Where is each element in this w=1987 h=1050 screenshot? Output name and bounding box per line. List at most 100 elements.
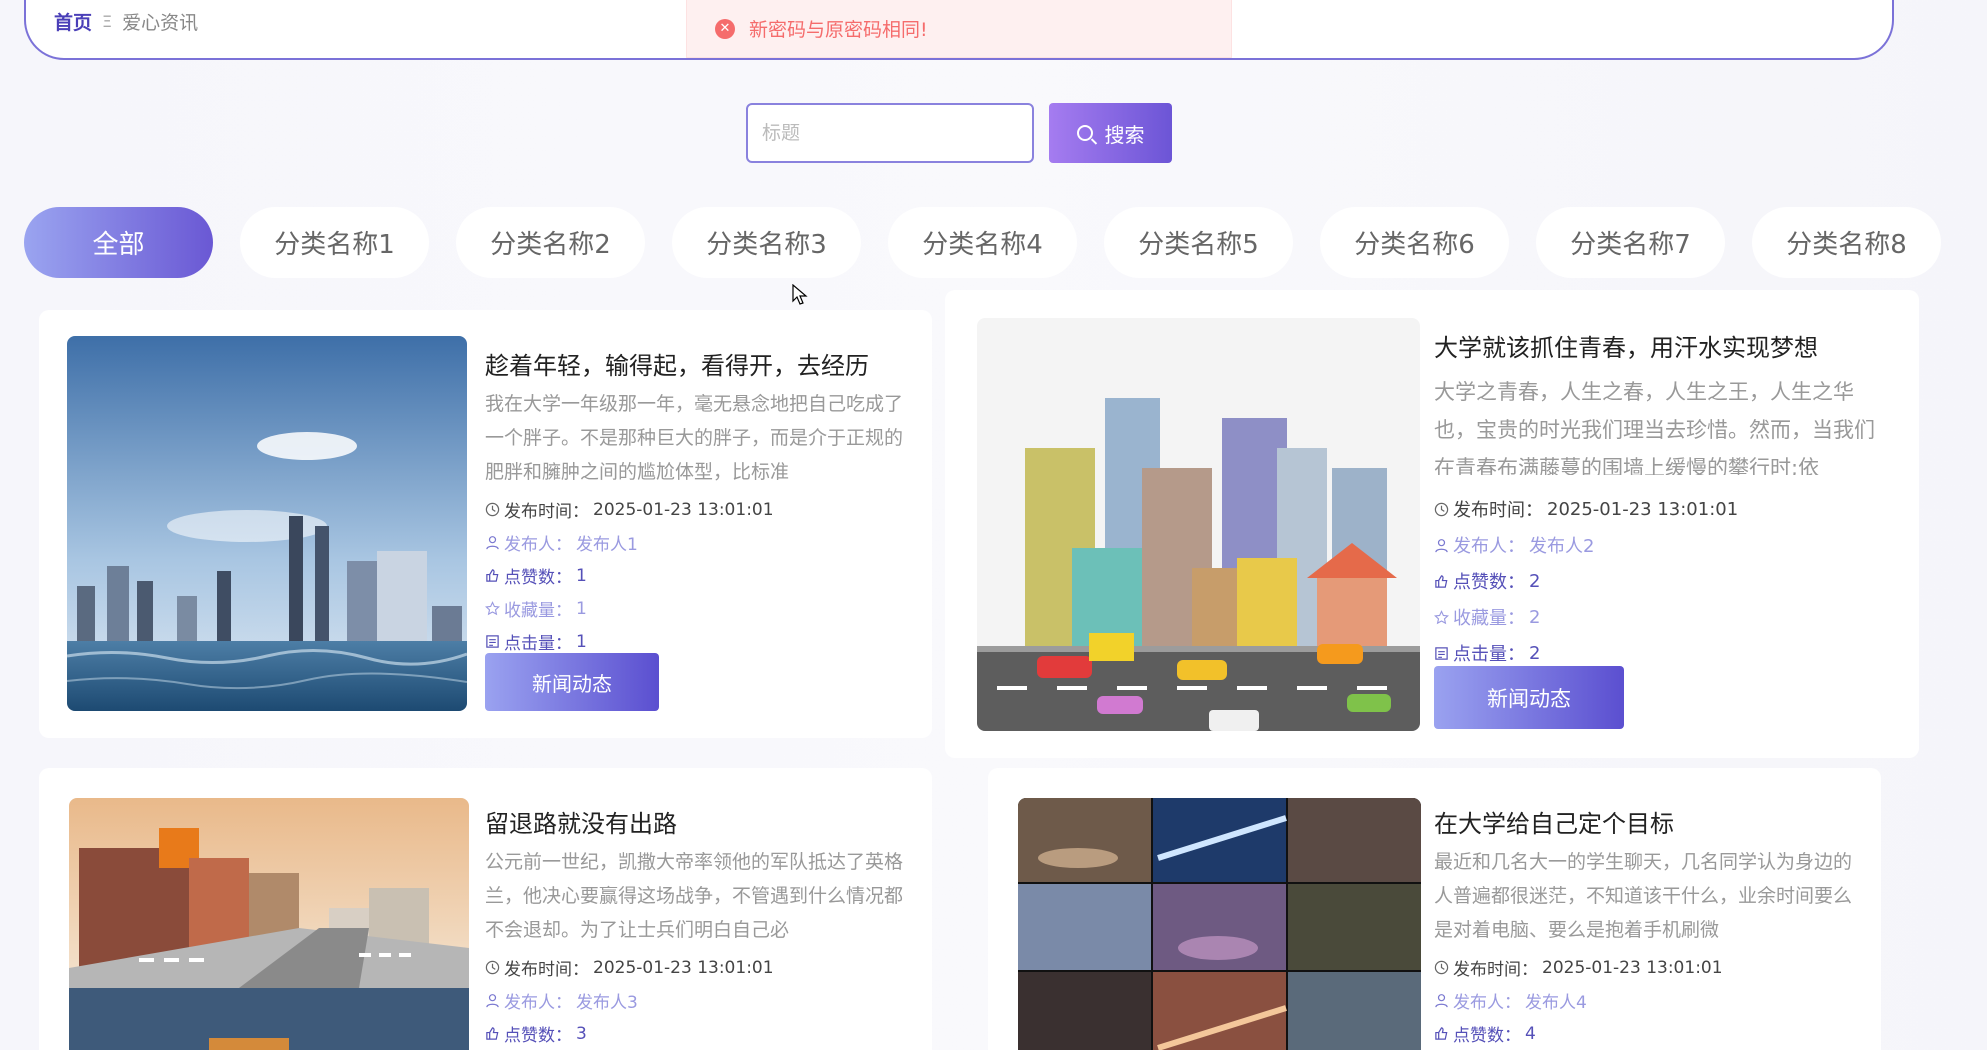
category-tabs: 全部 分类名称1 分类名称2 分类名称3 分类名称4 分类名称5 分类名称6 分… (24, 207, 1941, 278)
view-count-icon (486, 635, 499, 648)
news-card-4[interactable]: 在大学给自己定个目标 最近和几名大一的学生聊天，几名同学认为身边的人普遍都很迷茫… (988, 768, 1881, 1050)
news-card-1[interactable]: 趁着年轻，输得起，看得开，去经历 我在大学一年级那一年，毫无悬念地把自己吃成了一… (39, 310, 932, 738)
likes-label: 点赞数： (1453, 1026, 1521, 1046)
clock-icon (1434, 960, 1449, 975)
tab-all[interactable]: 全部 (24, 207, 213, 278)
tab-category-1[interactable]: 分类名称1 (240, 207, 429, 278)
news-excerpt: 公元前一世纪，凯撒大帝率领他的军队抵达了英格兰，他决心要赢得这场战争，不管遇到什… (485, 851, 904, 941)
time-value: 2025-01-23 13:01:01 (593, 957, 774, 978)
likes-value: 3 (576, 1023, 587, 1044)
user-icon (486, 536, 499, 550)
news-card-2[interactable]: 大学就该抓住青春，用汗水实现梦想 大学之青春，人生之春，人生之王，人生之华也，宝… (945, 290, 1919, 758)
publisher-value: 发布人3 (576, 993, 638, 1013)
publish-time: 发布时间： 2025-01-23 13:01:01 (485, 497, 774, 522)
user-icon (486, 994, 499, 1008)
star-icon (485, 601, 500, 616)
views-value: 2 (1529, 642, 1541, 664)
clock-icon (485, 960, 500, 975)
time-label: 发布时间： (504, 960, 589, 980)
views-label: 点击量： (504, 634, 572, 654)
likes-label: 点赞数： (504, 568, 572, 588)
tab-category-2[interactable]: 分类名称2 (456, 207, 645, 278)
likes-label: 点赞数： (504, 1026, 572, 1046)
time-value: 2025-01-23 13:01:01 (1542, 957, 1723, 978)
views: 点击量： 2 (1434, 640, 1540, 666)
news-tag-button[interactable]: 新闻动态 (1434, 666, 1624, 729)
clock-icon (1434, 502, 1449, 516)
likes: 点赞数： 3 (485, 1021, 587, 1046)
likes: 点赞数： 1 (485, 563, 587, 588)
likes-label: 点赞数： (1453, 572, 1525, 593)
breadcrumb-home-link[interactable]: 首页 (54, 8, 92, 35)
error-icon: ✕ (715, 18, 735, 39)
news-tag-button[interactable]: 新闻动态 (485, 653, 659, 711)
tab-category-6[interactable]: 分类名称6 (1320, 207, 1509, 278)
publisher: 发布人： 发布人3 (485, 988, 638, 1013)
publisher-value: 发布人4 (1525, 993, 1587, 1013)
publisher: 发布人： 发布人2 (1434, 532, 1594, 558)
time-value: 2025-01-23 13:01:01 (593, 499, 774, 520)
news-card-3[interactable]: 留退路就没有出路 公元前一世纪，凯撒大帝率领他的军队抵达了英格兰，他决心要赢得这… (39, 768, 932, 1050)
news-image-street-building[interactable] (69, 798, 469, 1050)
tab-category-4[interactable]: 分类名称4 (888, 207, 1077, 278)
star-icon (1434, 609, 1449, 624)
tab-category-3[interactable]: 分类名称3 (672, 207, 861, 278)
search-button-label: 搜索 (1104, 122, 1145, 147)
views-value: 1 (576, 631, 587, 652)
news-image-city-sea[interactable] (67, 336, 467, 711)
favorites: 收藏量： 1 (485, 596, 587, 621)
breadcrumb-separator: Ξ (102, 12, 113, 31)
tab-category-8[interactable]: 分类名称8 (1752, 207, 1941, 278)
time-value: 2025-01-23 13:01:01 (1547, 498, 1739, 520)
news-title[interactable]: 在大学给自己定个目标 (1434, 804, 1854, 839)
tab-category-7[interactable]: 分类名称7 (1536, 207, 1725, 278)
time-label: 发布时间： (1453, 960, 1538, 980)
time-label: 发布时间： (504, 502, 589, 522)
toast-message: 新密码与原密码相同! (749, 19, 928, 41)
publisher-label: 发布人： (504, 993, 572, 1013)
publisher: 发布人： 发布人4 (1434, 988, 1587, 1013)
news-title[interactable]: 留退路就没有出路 (485, 804, 905, 839)
publish-time: 发布时间： 2025-01-23 13:01:01 (1434, 496, 1738, 522)
favorites-label: 收藏量： (1453, 608, 1525, 629)
views: 点击量： 1 (485, 629, 587, 654)
view-count-icon (1435, 646, 1448, 660)
publisher-label: 发布人： (504, 535, 572, 555)
views-label: 点击量： (1453, 644, 1525, 665)
time-label: 发布时间： (1453, 500, 1543, 521)
news-excerpt: 大学之青春，人生之春，人生之王，人生之华也，宝贵的时光我们理当去珍惜。然而，当我… (1434, 380, 1875, 475)
favorites-value: 1 (576, 598, 587, 619)
mouse-cursor-icon (792, 284, 808, 305)
user-icon (1435, 538, 1448, 552)
publisher-value: 发布人2 (1529, 536, 1595, 557)
search-icon (1076, 125, 1093, 141)
likes-value: 1 (576, 565, 587, 586)
likes: 点赞数： 2 (1434, 568, 1540, 594)
likes: 点赞数： 4 (1434, 1021, 1536, 1046)
news-excerpt: 最近和几名大一的学生聊天，几名同学认为身边的人普遍都很迷茫，不知道该干什么，业余… (1434, 851, 1853, 941)
thumbs-up-icon (486, 569, 499, 582)
error-toast: ✕ 新密码与原密码相同! (686, 0, 1232, 58)
news-title[interactable]: 趁着年轻，输得起，看得开，去经历 (485, 346, 905, 381)
news-title[interactable]: 大学就该抓住青春，用汗水实现梦想 (1434, 328, 1894, 363)
favorites-value: 2 (1529, 606, 1541, 628)
publisher-label: 发布人： (1453, 993, 1521, 1013)
publisher-label: 发布人： (1453, 536, 1525, 557)
news-excerpt: 我在大学一年级那一年，毫无悬念地把自己吃成了一个胖子。不是那种巨大的胖子，而是介… (485, 393, 904, 483)
publish-time: 发布时间： 2025-01-23 13:01:01 (485, 955, 774, 980)
user-icon (1435, 994, 1448, 1008)
breadcrumb: 首页 Ξ 爱心资讯 (54, 8, 198, 35)
search-button[interactable]: 搜索 (1049, 103, 1172, 163)
favorites: 收藏量： 2 (1434, 604, 1540, 630)
thumbs-up-icon (1435, 574, 1448, 588)
clock-icon (485, 502, 500, 517)
publish-time: 发布时间： 2025-01-23 13:01:01 (1434, 955, 1723, 980)
thumbs-up-icon (486, 1027, 499, 1040)
likes-value: 4 (1525, 1023, 1536, 1044)
news-image-city-street[interactable] (977, 318, 1420, 731)
search-input[interactable] (746, 103, 1034, 163)
tab-category-5[interactable]: 分类名称5 (1104, 207, 1293, 278)
news-image-collage[interactable] (1018, 798, 1421, 1050)
favorites-label: 收藏量： (504, 601, 572, 621)
publisher: 发布人： 发布人1 (485, 530, 638, 555)
